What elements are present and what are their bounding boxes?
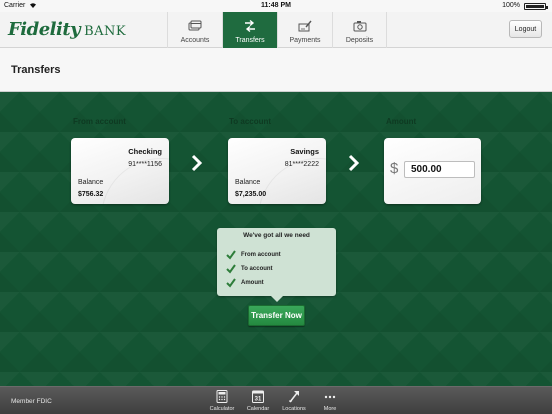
- calendar-label: Calendar: [246, 406, 270, 412]
- more-label: More: [323, 406, 337, 412]
- calculator-label: Calculator: [209, 406, 235, 412]
- transfer-panel: From account To account Amount Checking …: [0, 92, 552, 386]
- calendar-icon: 31: [252, 390, 264, 403]
- more-button[interactable]: More: [312, 387, 348, 414]
- calculator-icon: [216, 390, 228, 403]
- tab-transfers[interactable]: Transfers: [222, 12, 277, 48]
- to-balance-value: $7,235.00: [235, 191, 267, 198]
- tab-deposits[interactable]: Deposits: [332, 12, 387, 48]
- logout-button[interactable]: Logout: [509, 20, 542, 38]
- from-balance-label: Balance: [78, 179, 104, 186]
- checklist-item: Amount: [226, 278, 264, 288]
- app-header: Fidelity BANK Accounts Transfers Payment…: [0, 12, 552, 48]
- to-account-number: 81****2222: [284, 161, 319, 168]
- checklist-item: To account: [226, 264, 273, 274]
- tab-payments[interactable]: Payments: [277, 12, 332, 48]
- checklist-item-label: Amount: [241, 280, 264, 286]
- logo-bank: BANK: [84, 24, 127, 39]
- calendar-button[interactable]: 31 Calendar: [240, 387, 276, 414]
- to-account-card[interactable]: Savings 81****2222 Balance $7,235.00: [228, 138, 326, 204]
- amount-heading: Amount: [386, 117, 417, 126]
- checkmark-icon: [226, 278, 236, 288]
- page-title: Transfers: [11, 64, 61, 76]
- payments-icon: [298, 20, 312, 32]
- amount-card: $: [384, 138, 481, 204]
- to-account-heading: To account: [229, 117, 272, 126]
- calculator-button[interactable]: Calculator: [204, 387, 240, 414]
- chevron-right-icon: [191, 154, 203, 172]
- checklist-item: From account: [226, 250, 281, 260]
- checklist-popover: We've got all we need From account To ac…: [217, 228, 336, 302]
- from-account-card[interactable]: Checking 91****1156 Balance $756.32: [71, 138, 169, 204]
- clock: 11:48 PM: [261, 2, 291, 9]
- amount-input[interactable]: [404, 161, 475, 178]
- status-bar: Carrier 11:48 PM 100%: [0, 0, 552, 12]
- tab-accounts[interactable]: Accounts: [167, 12, 222, 48]
- from-account-name: Checking: [128, 147, 162, 156]
- from-account-heading: From account: [73, 117, 126, 126]
- locations-button[interactable]: Locations: [276, 387, 312, 414]
- locations-icon: [289, 391, 299, 403]
- to-balance-label: Balance: [235, 179, 261, 186]
- tab-transfers-label: Transfers: [235, 37, 265, 44]
- chevron-right-icon: [348, 154, 360, 172]
- calendar-icon-day: 31: [255, 397, 262, 403]
- camera-icon: [353, 21, 366, 32]
- checklist-item-label: From account: [241, 252, 281, 258]
- page-title-bar: Transfers: [0, 48, 552, 92]
- currency-symbol: $: [390, 160, 399, 177]
- logo-script: Fidelity: [8, 19, 81, 40]
- from-account-number: 91****1156: [128, 161, 162, 168]
- more-icon: [324, 395, 336, 399]
- to-account-name: Savings: [290, 147, 319, 156]
- locations-label: Locations: [282, 406, 306, 412]
- checkmark-icon: [226, 264, 236, 274]
- member-fdic-label: Member FDIC: [11, 398, 52, 405]
- tab-deposits-label: Deposits: [345, 37, 374, 44]
- transfer-now-button[interactable]: Transfer Now: [248, 305, 305, 326]
- footer-tools: Calculator 31 Calendar Locations More: [204, 387, 348, 414]
- accounts-icon: [188, 20, 202, 31]
- battery-icon: [524, 3, 548, 10]
- checkmark-icon: [226, 250, 236, 260]
- checklist-item-label: To account: [241, 266, 273, 272]
- footer-toolbar: Member FDIC Calculator 31 Calendar Locat…: [0, 386, 552, 414]
- tab-payments-label: Payments: [289, 37, 321, 44]
- battery-percent: 100%: [502, 2, 520, 9]
- tab-accounts-label: Accounts: [180, 37, 210, 44]
- fidelity-bank-logo: Fidelity BANK: [8, 19, 126, 41]
- from-balance-value: $756.32: [78, 191, 104, 198]
- main-nav: Accounts Transfers Payments Deposits: [167, 12, 387, 48]
- transfer-arrows-icon: [245, 19, 255, 33]
- checklist-title: We've got all we need: [243, 232, 310, 239]
